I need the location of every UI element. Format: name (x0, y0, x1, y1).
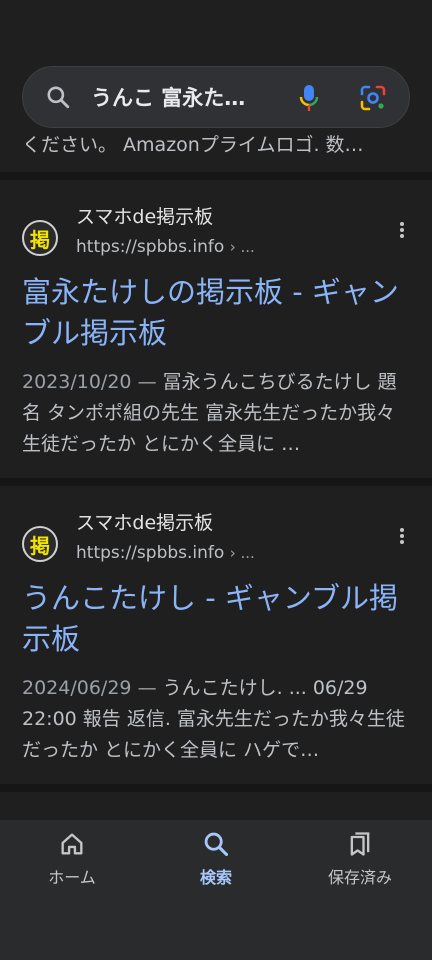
favicon-text: 掲 (30, 533, 50, 558)
site-url: https://spbbs.info › ... (76, 543, 255, 563)
site-name: スマホde掲示板 (76, 512, 214, 534)
search-result-card[interactable]: 掲 スマホde掲示板 https://spbbs.info › ... うんこた… (0, 486, 432, 784)
mic-icon[interactable] (297, 83, 321, 113)
url-breadcrumb: › ... (229, 238, 255, 256)
nav-search[interactable]: 検索 (144, 830, 288, 888)
result-date: 2023/10/20 (22, 371, 132, 393)
nav-saved-label: 保存済み (327, 868, 392, 887)
lens-icon[interactable] (359, 84, 387, 112)
bottom-navigation: ホーム 検索 保存済み (0, 820, 432, 960)
site-name: スマホde掲示板 (76, 206, 214, 228)
nav-search-label: 検索 (199, 868, 232, 887)
url-text: https://spbbs.info (76, 543, 225, 563)
nav-home-label: ホーム (48, 868, 96, 887)
result-snippet: 2024/06/29 — うんこたけし. ... 06/29 22:00 報告 … (22, 673, 407, 766)
search-icon (204, 832, 229, 857)
search-icon (47, 86, 70, 109)
more-options-icon[interactable] (390, 220, 414, 244)
previous-result-snippet: ください。 Amazonプライムロゴ. 数… (22, 128, 412, 172)
site-favicon: 掲 (22, 526, 58, 562)
home-icon (61, 833, 83, 855)
site-url: https://spbbs.info › ... (76, 237, 255, 257)
nav-home[interactable]: ホーム (0, 830, 144, 888)
search-input[interactable]: うんこ 富永た… (91, 82, 271, 112)
result-date: 2024/06/29 (22, 677, 132, 699)
url-breadcrumb: › ... (229, 544, 255, 562)
date-separator: — (137, 371, 157, 393)
nav-saved[interactable]: 保存済み (288, 830, 432, 888)
previous-snippet-text: ください。 Amazonプライムロゴ. 数… (22, 134, 364, 156)
result-divider (0, 172, 432, 180)
favicon-text: 掲 (30, 227, 50, 252)
result-divider (0, 478, 432, 486)
result-snippet: 2023/10/20 — 冨永うんこちびるたけし 題名 タンポポ組の先生 富永先… (22, 367, 407, 460)
date-separator: — (137, 677, 157, 699)
url-text: https://spbbs.info (76, 237, 225, 257)
site-favicon: 掲 (22, 220, 58, 256)
search-bar[interactable]: うんこ 富永た… (22, 66, 410, 128)
more-options-icon[interactable] (390, 526, 414, 550)
search-result-card[interactable]: 掲 スマホde掲示板 https://spbbs.info › ... 富永たけ… (0, 180, 432, 478)
saved-icon (350, 832, 370, 856)
result-title-link[interactable]: 富永たけしの掲示板 - ギャンブル掲示板 (22, 272, 402, 354)
result-title-link[interactable]: うんこたけし - ギャンブル掲示板 (22, 578, 402, 660)
result-divider (0, 784, 432, 792)
